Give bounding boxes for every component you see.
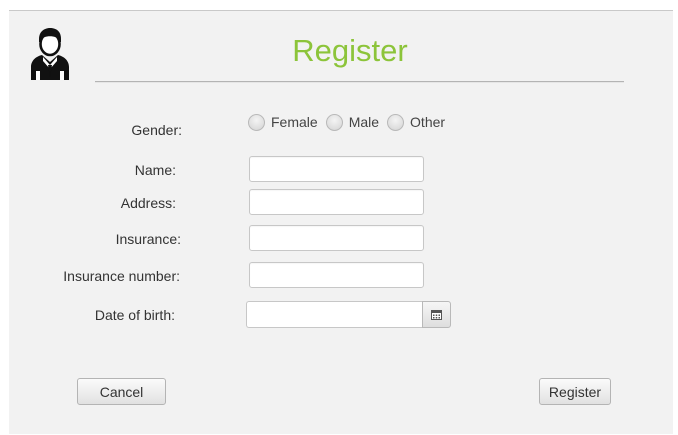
radio-other-button[interactable]: [387, 113, 405, 131]
user-avatar-icon: [31, 28, 69, 80]
radio-male-label: Male: [348, 114, 380, 130]
radio-other[interactable]: Other: [387, 113, 446, 131]
radio-male-button[interactable]: [325, 113, 343, 131]
cancel-button[interactable]: Cancel: [77, 378, 166, 405]
date-of-birth-field[interactable]: [246, 301, 423, 328]
insurance-label: Insurance:: [115, 231, 181, 247]
date-picker-button[interactable]: [422, 301, 451, 328]
register-button[interactable]: Register: [539, 378, 611, 405]
radio-female-button[interactable]: [248, 113, 265, 131]
gender-label: Gender:: [131, 122, 182, 138]
name-field[interactable]: [249, 156, 424, 182]
address-field[interactable]: [249, 189, 424, 215]
name-label: Name:: [134, 162, 176, 178]
radio-female-label: Female: [271, 114, 318, 130]
register-dialog: [9, 10, 673, 434]
page-title: Register: [292, 33, 408, 68]
title-divider: [95, 81, 624, 83]
calendar-icon: [431, 309, 442, 320]
address-label: Address:: [120, 195, 176, 211]
radio-female[interactable]: Female: [248, 113, 318, 131]
insurance-number-label: Insurance number:: [63, 268, 180, 284]
radio-other-label: Other: [410, 114, 446, 130]
gender-radio-group: Female Male Other: [248, 112, 453, 132]
date-of-birth-label: Date of birth:: [94, 307, 175, 323]
radio-male[interactable]: Male: [325, 113, 380, 131]
date-of-birth-picker: [246, 301, 451, 328]
insurance-field[interactable]: [249, 225, 424, 251]
insurance-number-field[interactable]: [249, 262, 424, 288]
